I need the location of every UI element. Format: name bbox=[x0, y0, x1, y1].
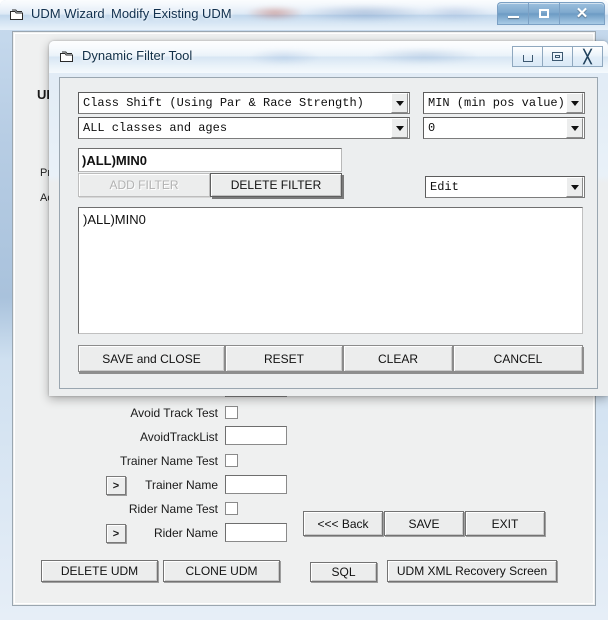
chevron-down-icon[interactable] bbox=[566, 177, 583, 197]
dialog-title: Dynamic Filter Tool bbox=[82, 48, 193, 63]
avoid-track-test-label-wrap: Avoid Track Test bbox=[73, 404, 218, 422]
filter-type-combo[interactable]: Class Shift (Using Par & Race Strength) bbox=[78, 92, 410, 114]
dialog-maximize-button[interactable] bbox=[542, 46, 572, 67]
rider-name-test-label: Rider Name Test bbox=[128, 502, 218, 516]
dialog-titlebar-artifact-b bbox=[369, 48, 479, 64]
chevron-down-icon[interactable] bbox=[566, 118, 583, 138]
trainer-name-test-label-wrap: Trainer Name Test bbox=[73, 452, 218, 470]
class-age-combo-value: ALL classes and ages bbox=[83, 121, 228, 135]
rider-name-test-checkbox[interactable] bbox=[225, 502, 238, 515]
filter-type-combo-value: Class Shift (Using Par & Race Strength) bbox=[83, 96, 364, 110]
min-mode-combo-value: MIN (min pos value) bbox=[428, 96, 565, 110]
minimize-button[interactable] bbox=[497, 2, 528, 25]
filter-list-line: )ALL)MIN0 bbox=[83, 212, 146, 227]
main-window-titlebar[interactable]: UDM Wizard Modify Existing UDM ✕ bbox=[0, 0, 608, 30]
maximize-icon bbox=[552, 52, 563, 61]
reset-button[interactable]: RESET bbox=[225, 345, 343, 372]
add-filter-button[interactable]: ADD FILTER bbox=[78, 173, 210, 197]
chevron-down-icon[interactable] bbox=[566, 93, 583, 113]
trainer-name-test-checkbox[interactable] bbox=[225, 454, 238, 467]
maximize-button[interactable] bbox=[528, 2, 559, 25]
titlebar-artifact-blue bbox=[300, 4, 430, 22]
sql-button[interactable]: SQL bbox=[310, 562, 377, 582]
window-folder-icon bbox=[59, 49, 75, 65]
udm-xml-recovery-button[interactable]: UDM XML Recovery Screen bbox=[387, 560, 557, 582]
trainer-name-test-label: Trainer Name Test bbox=[119, 454, 218, 468]
rider-name-test-label-wrap: Rider Name Test bbox=[73, 500, 218, 518]
trainer-name-input[interactable] bbox=[225, 475, 287, 494]
avoid-track-list-label-wrap: AvoidTrackList bbox=[73, 428, 218, 446]
main-window-controls: ✕ bbox=[497, 2, 605, 25]
back-button[interactable]: <<< Back bbox=[303, 511, 383, 536]
cancel-button[interactable]: CANCEL bbox=[453, 345, 583, 372]
chevron-down-icon[interactable] bbox=[391, 118, 408, 138]
dialog-close-button[interactable]: ╳ bbox=[572, 46, 603, 67]
dialog-titlebar[interactable]: Dynamic Filter Tool ╳ bbox=[49, 41, 608, 73]
dialog-client-area: Class Shift (Using Par & Race Strength) … bbox=[59, 77, 598, 389]
delete-filter-button[interactable]: DELETE FILTER bbox=[210, 173, 342, 197]
chevron-down-icon[interactable] bbox=[391, 93, 408, 113]
maximize-icon bbox=[539, 9, 549, 18]
close-button[interactable]: ✕ bbox=[559, 2, 605, 25]
close-icon: ╳ bbox=[583, 49, 592, 64]
window-folder-icon bbox=[9, 7, 25, 23]
rider-name-input[interactable] bbox=[225, 523, 287, 542]
avoid-track-list-label: AvoidTrackList bbox=[139, 430, 218, 444]
main-window-subtitle: Modify Existing UDM bbox=[111, 6, 232, 21]
minimize-icon bbox=[507, 16, 519, 18]
avoid-track-test-label: Avoid Track Test bbox=[130, 406, 218, 420]
min-value-combo[interactable]: 0 bbox=[423, 117, 585, 139]
avoid-track-list-input[interactable] bbox=[225, 426, 287, 445]
delete-udm-button[interactable]: DELETE UDM bbox=[41, 560, 158, 582]
filter-list-textarea[interactable]: )ALL)MIN0 bbox=[78, 207, 583, 334]
dialog-minimize-button[interactable] bbox=[512, 46, 542, 67]
exit-button[interactable]: EXIT bbox=[465, 511, 545, 536]
min-value-combo-value: 0 bbox=[428, 121, 436, 135]
minimize-icon bbox=[522, 55, 533, 62]
edit-mode-combo-value: Edit bbox=[430, 180, 459, 194]
close-icon: ✕ bbox=[575, 5, 589, 22]
rider-name-label-wrap: Rider Name bbox=[73, 524, 218, 542]
rider-name-label: Rider Name bbox=[153, 526, 218, 540]
dialog-window-controls: ╳ bbox=[512, 46, 603, 67]
dynamic-filter-tool-dialog: Dynamic Filter Tool ╳ Class Shift (Using… bbox=[49, 41, 608, 396]
titlebar-artifact-faint bbox=[420, 5, 490, 21]
trainer-name-label: Trainer Name bbox=[145, 478, 218, 492]
min-mode-combo[interactable]: MIN (min pos value) bbox=[423, 92, 585, 114]
clone-udm-button[interactable]: CLONE UDM bbox=[163, 560, 280, 582]
save-button[interactable]: SAVE bbox=[384, 511, 464, 536]
filter-expression-input[interactable]: )ALL)MIN0 bbox=[78, 148, 342, 172]
dialog-titlebar-artifact-a bbox=[249, 49, 319, 65]
class-age-combo[interactable]: ALL classes and ages bbox=[78, 117, 410, 139]
save-and-close-button[interactable]: SAVE and CLOSE bbox=[78, 345, 225, 372]
trainer-name-label-wrap: Trainer Name bbox=[73, 476, 218, 494]
avoid-track-test-checkbox[interactable] bbox=[225, 406, 238, 419]
edit-mode-combo[interactable]: Edit bbox=[425, 176, 585, 198]
desktop-root: UDM Wizard Modify Existing UDM ✕ Select … bbox=[0, 0, 608, 620]
titlebar-artifact-red bbox=[246, 6, 304, 20]
main-window-title: UDM Wizard bbox=[31, 6, 105, 21]
clear-button[interactable]: CLEAR bbox=[343, 345, 453, 372]
